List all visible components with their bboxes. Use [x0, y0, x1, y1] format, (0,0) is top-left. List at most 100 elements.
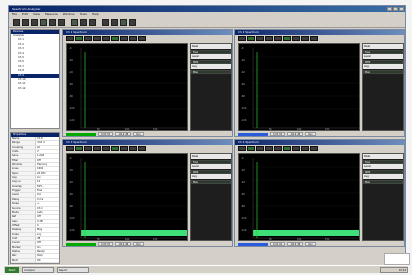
property-value[interactable]: Off [36, 241, 41, 244]
readout-field: Avg [191, 174, 231, 179]
channel-icon[interactable] [71, 18, 78, 26]
panel-tool-button[interactable] [310, 36, 318, 41]
property-value[interactable]: 10 [36, 180, 40, 183]
property-value[interactable]: 0 dB [36, 220, 43, 223]
readout-field: Max [363, 180, 403, 184]
spectrum-plot[interactable]: -0 -20 -40 -60 -80 -100 -120 5k 10k 15k [238, 43, 360, 131]
panel-title[interactable]: Ch 3 Spectrum [63, 140, 232, 145]
panel-tool-button[interactable] [93, 36, 101, 41]
property-value[interactable]: Ready [36, 250, 45, 253]
panel-tool-button[interactable] [310, 146, 318, 151]
panel-tool-button[interactable] [274, 146, 282, 151]
stop-icon[interactable] [49, 18, 56, 26]
maximize-button[interactable] [393, 7, 398, 11]
property-value[interactable]: 20 kHz [36, 172, 46, 175]
property-value[interactable]: + [36, 202, 39, 205]
tree-item[interactable]: Ch 12 [11, 87, 59, 91]
new-icon[interactable] [13, 18, 20, 26]
zoom-in-icon[interactable] [102, 18, 109, 26]
panel-tool-button[interactable] [274, 36, 282, 41]
task-button[interactable]: Report [57, 266, 89, 273]
panel-tool-button[interactable] [283, 36, 291, 41]
panel-tool-button[interactable] [111, 146, 119, 151]
close-button[interactable] [399, 7, 404, 11]
status-cell: -99.9 dB [287, 242, 304, 246]
property-value[interactable]: Off [36, 215, 41, 218]
property-value[interactable]: 50% [36, 185, 43, 188]
property-value[interactable]: On [36, 246, 41, 249]
property-value[interactable]: Free [36, 189, 42, 192]
panel-tool-button[interactable] [84, 36, 92, 41]
panel-tool-button[interactable] [138, 36, 146, 41]
property-value[interactable]: 1.000 [36, 154, 44, 157]
pause-icon[interactable] [58, 18, 65, 26]
panel-title[interactable]: Ch 4 Spectrum [235, 140, 404, 145]
panel-tool-button[interactable] [75, 36, 83, 41]
start-icon[interactable] [40, 18, 47, 26]
panel-tool-button[interactable] [301, 146, 309, 151]
status-cell: Run [305, 132, 316, 136]
property-value[interactable]: 1600 [36, 167, 43, 170]
average-icon[interactable] [89, 18, 96, 26]
panel-tool-button[interactable] [129, 36, 137, 41]
property-value[interactable]: AC [36, 146, 40, 149]
panel-tool-button[interactable] [283, 146, 291, 151]
panel-tool-button[interactable] [75, 146, 83, 151]
svg-text:-120: -120 [241, 119, 247, 122]
property-value[interactable]: dB [36, 237, 40, 240]
panel-tool-button[interactable] [93, 146, 101, 151]
property-value[interactable]: 0 ms [36, 198, 43, 201]
spectrum-plot[interactable]: -0 -20 -40 -60 -80 -100 -120 5k 10k 15k [238, 153, 360, 241]
spectrum-plot[interactable]: -0 -20 -40 -60 -80 -100 -120 5k 10k 15k [66, 153, 188, 241]
spectrum-plot[interactable]: -0 -20 -40 -60 -80 -100 -120 5k 10k 15k [66, 43, 188, 131]
panel-tool-button[interactable] [247, 36, 255, 41]
property-value[interactable]: Mag [36, 228, 42, 231]
panel-tool-button[interactable] [129, 146, 137, 151]
panel-tool-button[interactable] [256, 36, 264, 41]
start-button[interactable]: Start [5, 266, 19, 273]
property-value[interactable]: Auto [36, 211, 43, 214]
panel-title[interactable]: Ch 1 Spectrum [63, 30, 232, 35]
trigger-icon[interactable] [80, 18, 87, 26]
property-row[interactable]: Mem OK [11, 258, 59, 263]
panel-tool-button[interactable] [292, 146, 300, 151]
panel-tool-button[interactable] [120, 146, 128, 151]
property-value[interactable]: Ch 1 [36, 207, 43, 210]
open-icon[interactable] [22, 18, 29, 26]
panel-tool-button[interactable] [111, 36, 119, 41]
panel-tool-button[interactable] [238, 146, 246, 151]
panel-tool-button[interactable] [102, 36, 110, 41]
property-value[interactable]: Hanning [36, 163, 47, 166]
print-icon[interactable] [129, 18, 136, 26]
panel-tool-button[interactable] [66, 146, 74, 151]
panel-tool-button[interactable] [66, 36, 74, 41]
property-value[interactable]: OK [36, 259, 41, 262]
layout-icon[interactable] [120, 18, 127, 26]
panel-tool-button[interactable] [265, 146, 273, 151]
zoom-out-icon[interactable] [111, 18, 118, 26]
property-value[interactable]: Ch 6 [36, 137, 43, 140]
panel-tool-button[interactable] [238, 36, 246, 41]
property-value[interactable]: Log [36, 233, 41, 236]
panel-tool-button[interactable] [138, 146, 146, 151]
save-icon[interactable] [31, 18, 38, 26]
panel-tool-button[interactable] [120, 36, 128, 41]
property-value[interactable]: Stop [36, 254, 43, 257]
panel-tool-button[interactable] [301, 36, 309, 41]
property-value[interactable]: ±10 V [36, 141, 45, 144]
property-value[interactable]: Off [36, 159, 41, 162]
device-tree: Devices Analyzer Ch 1 Ch 2 Ch 3 Ch 4 Ch 5 Ch 6… [10, 29, 60, 129]
panel-tool-button[interactable] [292, 36, 300, 41]
panel-tool-button[interactable] [102, 146, 110, 151]
panel-tool-button[interactable] [256, 146, 264, 151]
panel-title[interactable]: Ch 2 Spectrum [235, 30, 404, 35]
panel-tool-button[interactable] [84, 146, 92, 151]
property-value[interactable]: V [36, 150, 39, 153]
panel-tool-button[interactable] [247, 146, 255, 151]
property-value[interactable]: 0.0 [36, 193, 41, 196]
panel-tool-button[interactable] [265, 36, 273, 41]
property-value[interactable]: Lin [36, 176, 41, 179]
property-value[interactable]: 0 [36, 224, 39, 227]
task-button[interactable]: Analyzer [22, 266, 54, 273]
minimize-button[interactable] [387, 7, 392, 11]
